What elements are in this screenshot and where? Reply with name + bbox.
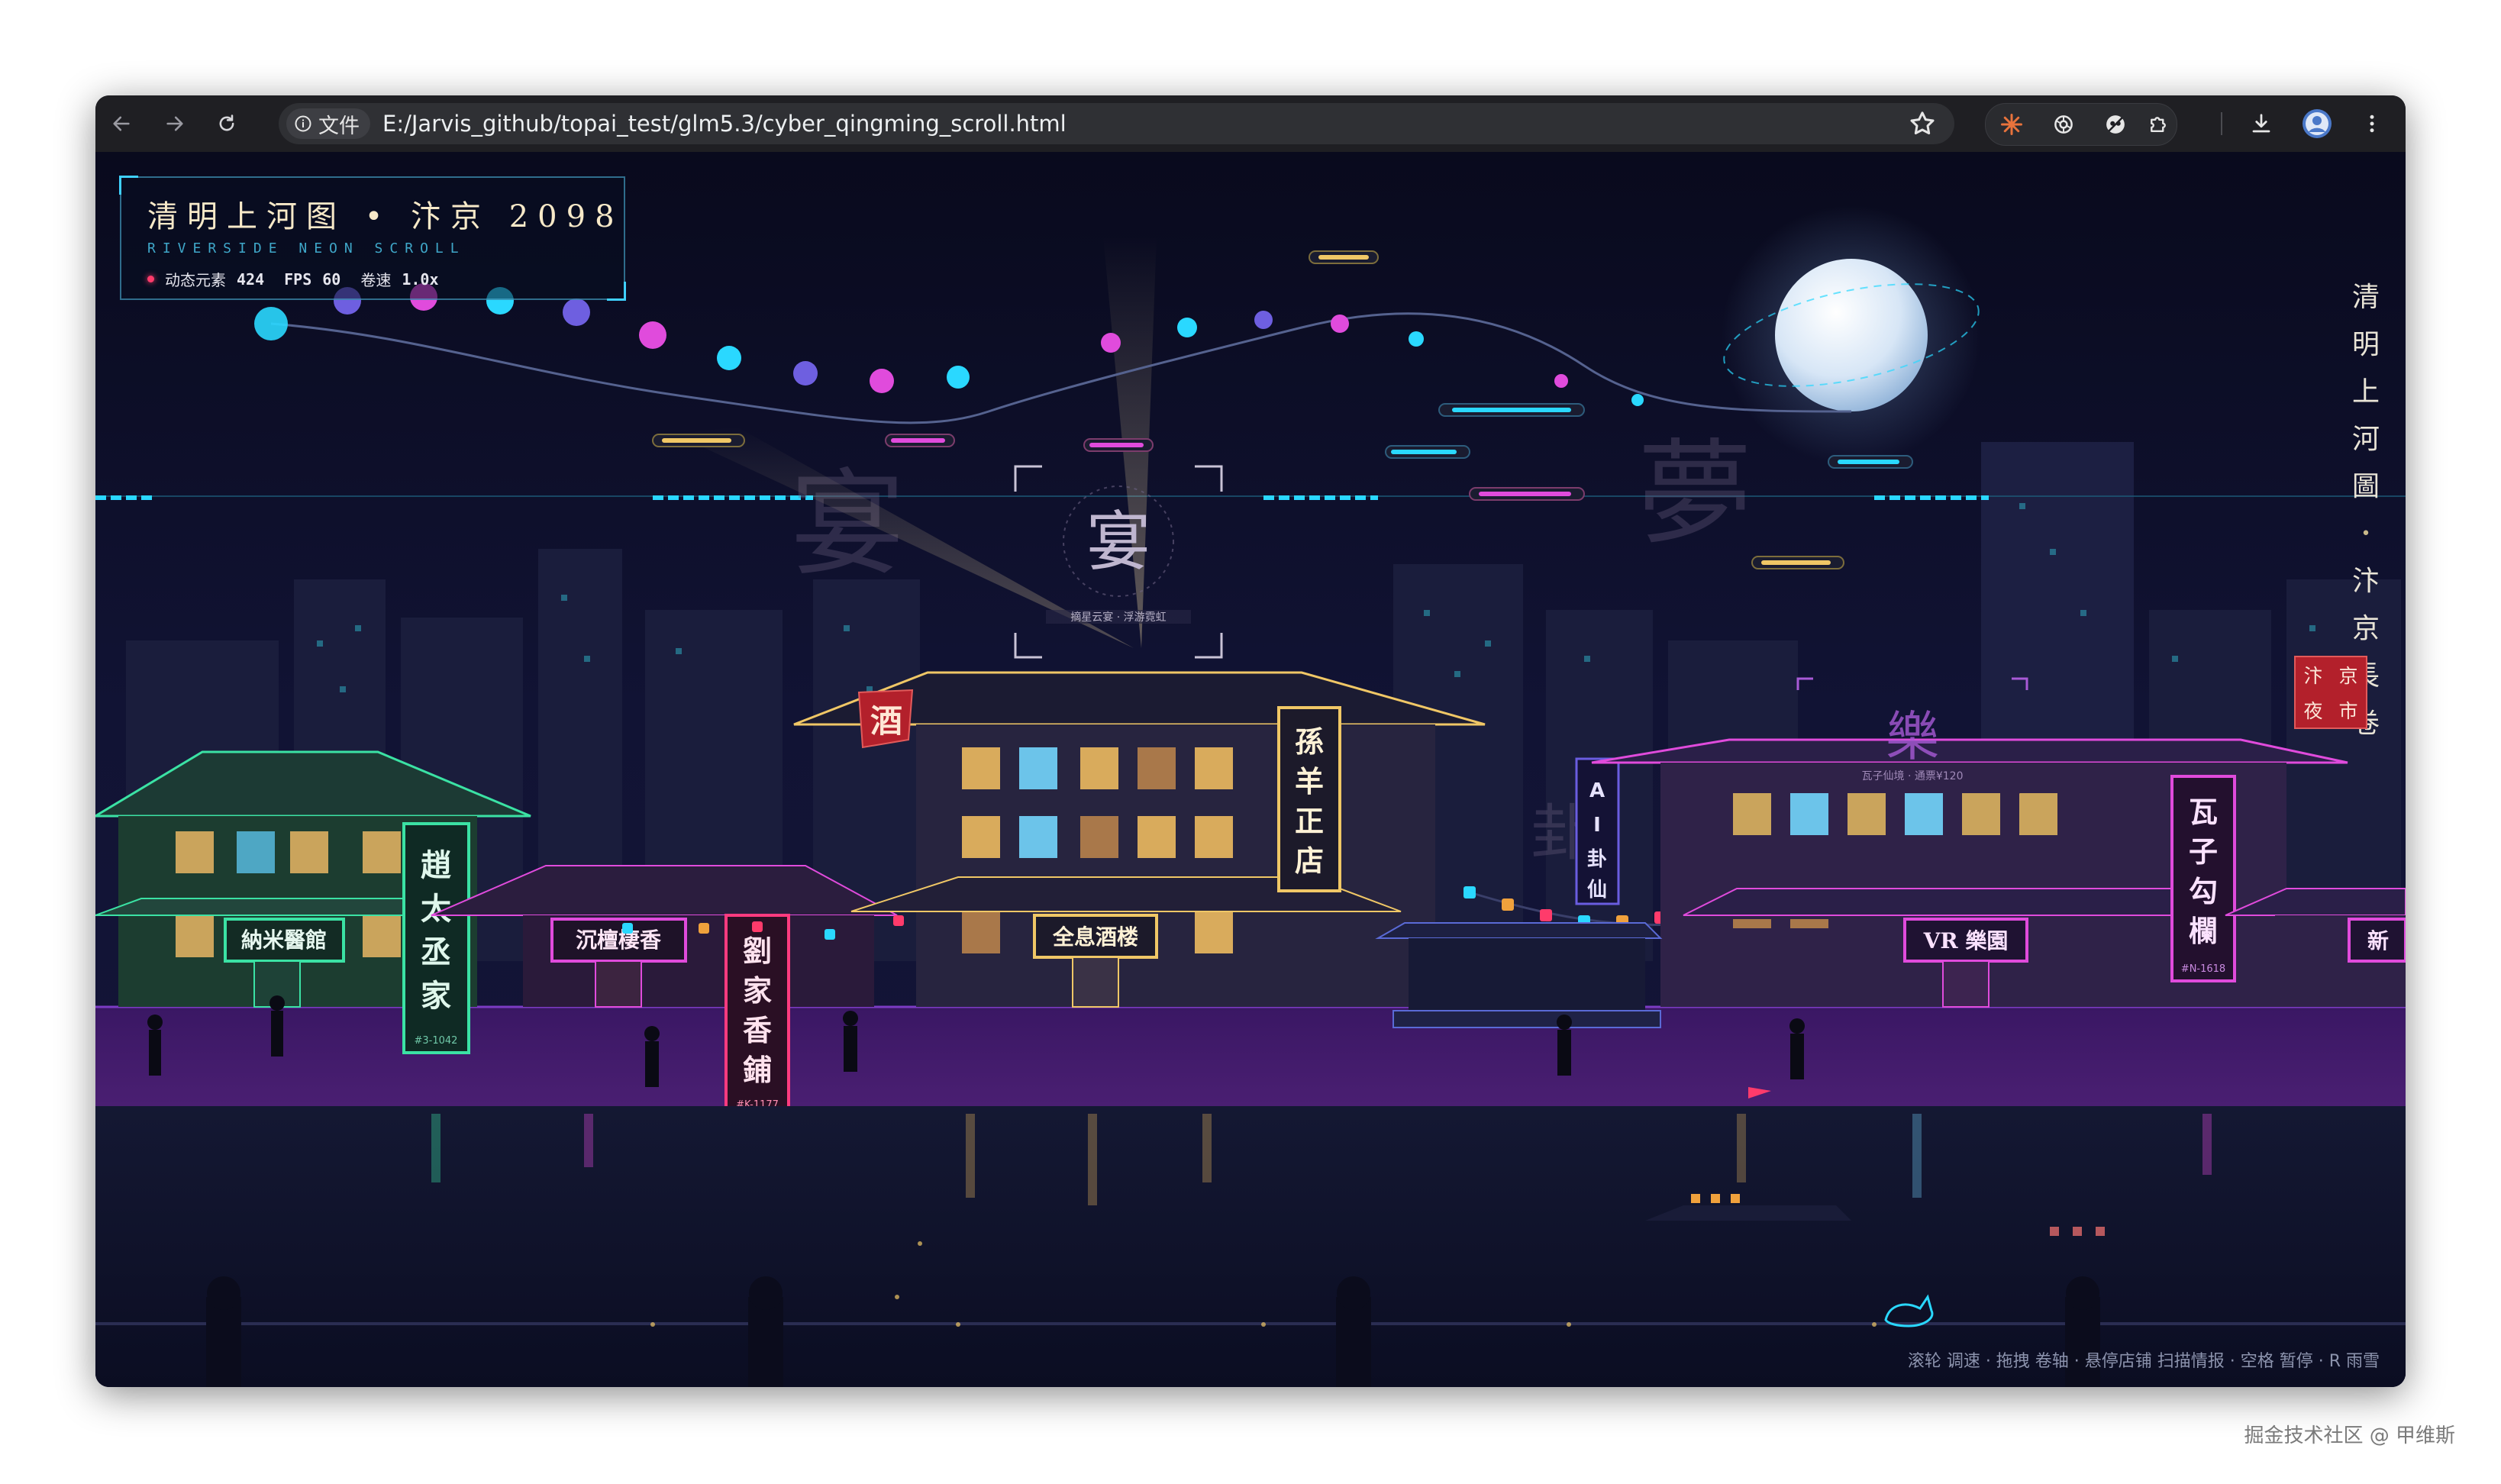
avatar[interactable]	[2302, 108, 2332, 139]
svg-text:新: 新	[2367, 928, 2389, 953]
svg-text:#3-1042: #3-1042	[415, 1035, 458, 1047]
vertical-title-char: •	[2361, 524, 2371, 544]
tower-sign-text: 宴	[1086, 505, 1150, 579]
info-icon	[295, 115, 311, 132]
extensions-group	[1985, 103, 2177, 146]
svg-text:瓦: 瓦	[2189, 795, 2218, 829]
seal-char: 京	[2338, 665, 2358, 687]
reload-icon[interactable]	[211, 108, 242, 139]
svg-text:劉: 劉	[743, 934, 772, 968]
address-bar[interactable]: 文件 E:/Jarvis_github/topai_test/glm5.3/cy…	[279, 103, 1954, 144]
seal-char: 汴	[2303, 665, 2323, 687]
svg-text:孫: 孫	[1295, 724, 1324, 759]
back-icon[interactable]	[106, 108, 137, 139]
puzzle-icon[interactable]	[2143, 109, 2173, 140]
ai-fortune-sign[interactable]: A I 卦 仙	[1575, 757, 1620, 905]
vertical-title-char: 河	[2351, 424, 2380, 455]
fps-value: 60	[322, 269, 341, 289]
site-info-chip[interactable]: 文件	[286, 108, 370, 139]
tower-caption: 摘星云宴 · 浮游霓虹	[1070, 611, 1166, 624]
live-dot-icon	[147, 276, 154, 282]
svg-text:VR 樂園: VR 樂園	[1923, 928, 2009, 953]
elements-label: 动态元素	[165, 271, 226, 289]
vertical-title-char: 圖	[2351, 471, 2380, 502]
svg-text:卦: 卦	[1587, 848, 1607, 871]
hud-stats: 动态元素 424 FPS 60 卷速 1.0x	[147, 268, 439, 290]
svg-text:納米醫館: 納米醫館	[241, 928, 327, 953]
hud-panel: 清明上河图 • 汴京 2098 RIVERSIDE NEON SCROLL 动态…	[119, 176, 626, 301]
spark-extension-icon[interactable]	[1996, 109, 2027, 140]
forward-icon[interactable]	[160, 108, 190, 139]
svg-text:仙: 仙	[1587, 879, 1607, 902]
elements-value: 424	[237, 269, 265, 289]
ghost-extension-icon[interactable]	[2100, 109, 2131, 140]
svg-text:店: 店	[1295, 844, 1324, 878]
vertical-title-char: 汴	[2351, 566, 2380, 597]
svg-text:瓦子仙境 · 通票¥120: 瓦子仙境 · 通票¥120	[1862, 770, 1964, 782]
openai-extension-icon[interactable]	[2048, 109, 2079, 140]
svg-text:全息酒楼: 全息酒楼	[1052, 924, 1138, 950]
star-icon[interactable]	[1907, 108, 1938, 139]
svg-text:子: 子	[2189, 834, 2218, 869]
qingming-scene[interactable]: 宴 夢 卦 宴 摘星云宴 · 浮游霓虹 納米醫館 趙 太 丞 家 #3-1042…	[95, 152, 2406, 1387]
svg-text:正: 正	[1295, 804, 1324, 838]
speed-value: 1.0x	[402, 269, 439, 289]
river	[95, 1106, 2406, 1387]
svg-text:趙: 趙	[421, 847, 451, 883]
site-watermark: 掘金技术社区 @ 甲维斯	[2244, 1424, 2455, 1447]
seal-char: 夜	[2303, 700, 2323, 722]
svg-text:家: 家	[421, 978, 451, 1014]
main-vertical-sign[interactable]: 孫 羊 正 店	[1277, 706, 1341, 892]
liu-vertical-sign[interactable]: 劉 家 香 鋪 #K-1177	[724, 914, 790, 1119]
fps-label: FPS	[284, 269, 312, 289]
vertical-title-char: 上	[2351, 376, 2380, 408]
svg-text:家: 家	[743, 973, 772, 1008]
hud-corner	[119, 176, 138, 195]
svg-text:欄: 欄	[2189, 914, 2218, 948]
vertical-title-char: 明	[2351, 329, 2380, 360]
page-viewport[interactable]: 宴 夢 卦 宴 摘星云宴 · 浮游霓虹 納米醫館 趙 太 丞 家 #3-1042…	[95, 152, 2406, 1387]
svg-text:羊: 羊	[1295, 764, 1324, 798]
toolbar-divider	[2221, 112, 2222, 135]
svg-text:丞: 丞	[421, 934, 451, 970]
svg-text:沉檀棲香: 沉檀棲香	[576, 928, 661, 953]
svg-text:#N-1618: #N-1618	[2181, 963, 2225, 975]
vertical-title-char: 清	[2351, 282, 2380, 313]
red-seal-stamp: 汴 京 夜 市	[2294, 656, 2367, 729]
seal-char: 市	[2338, 700, 2358, 722]
speed-label: 卷速	[360, 271, 392, 289]
zhao-vertical-sign[interactable]: 趙 太 丞 家 #3-1042	[402, 822, 470, 1054]
browser-window: 文件 E:/Jarvis_github/topai_test/glm5.3/cy…	[95, 95, 2406, 1387]
more-icon[interactable]	[2357, 108, 2387, 139]
controls-hint: 滚轮 调速 · 拖拽 卷轴 · 悬停店铺 扫描情报 · 空格 暂停 · R 雨雪	[1907, 1352, 2380, 1371]
wazi-vertical-sign[interactable]: 瓦 子 勾 欄 #N-1618	[2170, 775, 2236, 982]
svg-text:勾: 勾	[2189, 874, 2218, 908]
wine-flag[interactable]: 酒	[857, 689, 914, 749]
svg-text:鋪: 鋪	[743, 1053, 772, 1087]
hud-subtitle: RIVERSIDE NEON SCROLL	[147, 240, 466, 256]
svg-text:香: 香	[743, 1013, 772, 1047]
browser-toolbar: 文件 E:/Jarvis_github/topai_test/glm5.3/cy…	[95, 95, 2406, 152]
svg-text:樂: 樂	[1886, 705, 1939, 768]
hud-corner	[607, 282, 626, 301]
info-chip-label: 文件	[318, 114, 360, 138]
svg-text:酒: 酒	[870, 702, 902, 740]
svg-text:A: A	[1589, 779, 1605, 802]
canal-boat	[1375, 922, 1663, 1028]
url-text[interactable]: E:/Jarvis_github/topai_test/glm5.3/cyber…	[382, 103, 1067, 144]
download-icon[interactable]	[2246, 108, 2277, 139]
svg-text:I: I	[1593, 814, 1601, 837]
vertical-title-char: 京	[2351, 613, 2380, 644]
svg-text:夢: 夢	[1638, 428, 1752, 561]
hud-title: 清明上河图 • 汴京 2098	[147, 199, 624, 234]
